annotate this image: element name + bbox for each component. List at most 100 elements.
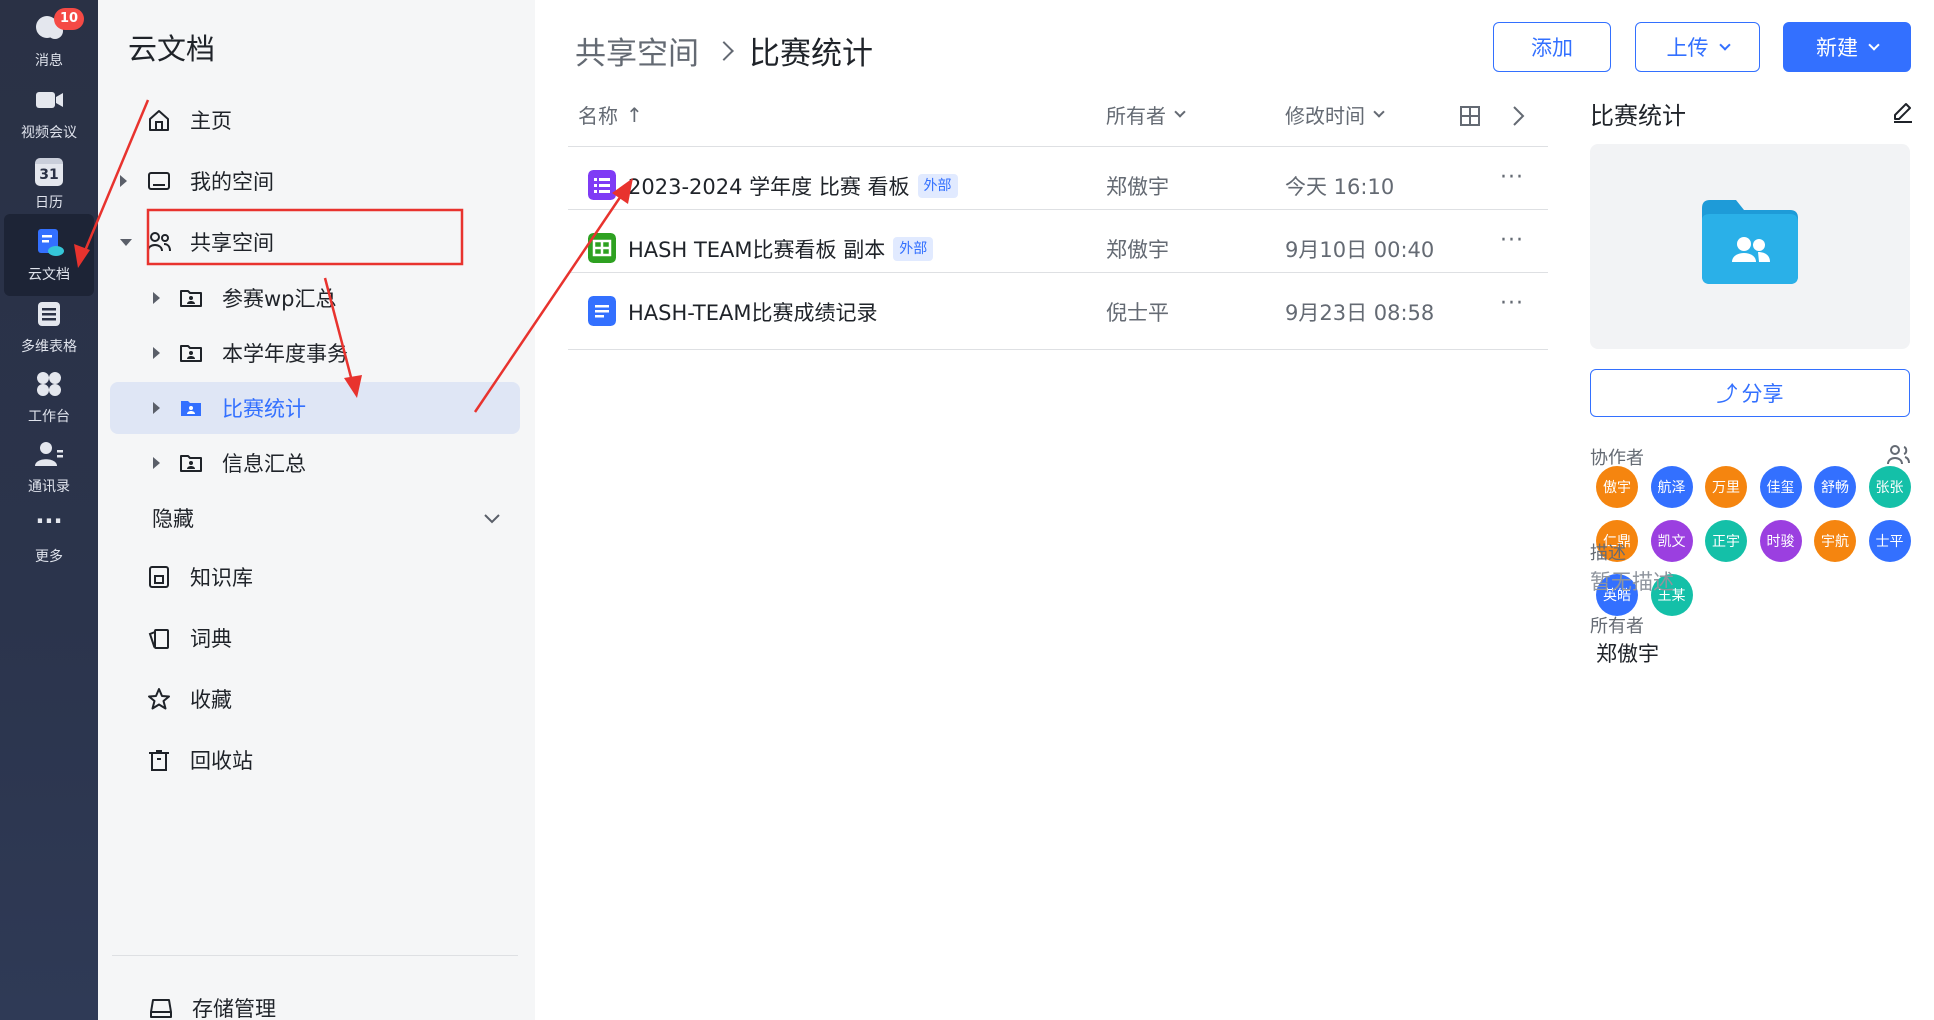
nav-label: 信息汇总 xyxy=(222,452,306,476)
chevron-right-icon[interactable] xyxy=(1506,104,1530,128)
chevron-down-icon xyxy=(1174,106,1186,118)
nav-item-knowledge-base[interactable]: 知识库 xyxy=(110,551,520,603)
shared-folder-icon xyxy=(180,455,202,472)
shared-folder-icon xyxy=(180,290,202,307)
chevron-down-icon xyxy=(1373,106,1385,118)
share-button[interactable]: ⤴ 分享 xyxy=(1590,369,1910,417)
nav-item-trash[interactable]: 回收站 xyxy=(110,734,520,786)
expand-caret-icon[interactable] xyxy=(120,175,127,187)
rail-item-video-meeting[interactable]: 视频会议 xyxy=(4,72,94,154)
column-modified-label: 修改时间 xyxy=(1285,104,1365,128)
share-icon: ⤴ xyxy=(1716,382,1738,406)
rail-item-more[interactable]: ··· 更多 xyxy=(4,496,94,578)
nav-item-shared-folder[interactable]: 参赛wp汇总 xyxy=(110,272,520,324)
nav-label: 参赛wp汇总 xyxy=(222,287,337,311)
shared-folder-icon xyxy=(181,401,201,416)
more-icon[interactable]: ··· xyxy=(1500,165,1524,190)
my-space-icon xyxy=(148,172,170,190)
column-owner[interactable]: 所有者 xyxy=(1106,100,1186,129)
expand-caret-icon[interactable] xyxy=(153,457,160,469)
collaborator-avatar[interactable]: 航泽 xyxy=(1650,466,1693,508)
column-modified[interactable]: 修改时间 xyxy=(1285,100,1385,129)
file-owner: 倪士平 xyxy=(1106,301,1169,325)
edit-icon[interactable] xyxy=(1890,98,1916,124)
more-icon[interactable]: ··· xyxy=(1500,228,1524,253)
nav-item-favorites[interactable]: 收藏 xyxy=(110,673,520,725)
rail-label: 云文档 xyxy=(28,267,70,283)
collaborator-avatar[interactable]: 士平 xyxy=(1868,520,1911,562)
nav-item-shared-space[interactable]: 共享空间 xyxy=(110,216,520,268)
nav-item-shared-folder-selected[interactable]: 比赛统计 xyxy=(110,382,520,434)
collaborator-avatar[interactable]: 时骏 xyxy=(1759,520,1802,562)
base-table-icon xyxy=(38,302,60,326)
grid-view-icon[interactable] xyxy=(1458,104,1482,128)
create-button[interactable]: 新建 xyxy=(1783,22,1911,72)
main-content: 共享空间 比赛统计 添加 上传 新建 名称 ↑ 所有者 修改时间 2023-20… xyxy=(535,0,1934,1020)
add-collaborator-icon[interactable] xyxy=(1885,442,1911,468)
file-modified-time: 今天 16:10 xyxy=(1285,175,1395,199)
table-header: 名称 ↑ 所有者 修改时间 xyxy=(568,90,1548,146)
chevron-right-icon xyxy=(714,40,734,61)
collaborator-avatar[interactable]: 舒畅 xyxy=(1814,466,1856,508)
description-value: 暂无描述 xyxy=(1590,570,1674,594)
rail-label: 工作台 xyxy=(28,409,70,425)
nav-item-home[interactable]: 主页 xyxy=(110,94,520,146)
file-name-text: HASH-TEAM比赛成绩记录 xyxy=(628,301,878,325)
share-button-label: 分享 xyxy=(1741,382,1784,406)
collapse-caret-icon[interactable] xyxy=(120,238,132,246)
nav-item-dictionary[interactable]: 词典 xyxy=(110,612,520,664)
collaborator-avatar[interactable]: 佳玺 xyxy=(1759,466,1802,508)
collaborator-avatar[interactable]: 傲宇 xyxy=(1596,466,1638,508)
upload-button[interactable]: 上传 xyxy=(1635,22,1760,72)
nav-label: 隐藏 xyxy=(152,507,194,531)
add-button[interactable]: 添加 xyxy=(1493,22,1611,72)
dictionary-icon xyxy=(148,629,169,649)
table-row[interactable]: HASH-TEAM比赛成绩记录 倪士平 9月23日 08:58 ··· xyxy=(568,272,1548,350)
file-name[interactable]: HASH TEAM比赛看板 副本 外部 xyxy=(628,234,934,264)
collaborator-avatar[interactable]: 正宇 xyxy=(1705,520,1747,562)
nav-item-shared-folder[interactable]: 本学年度事务 xyxy=(110,327,520,379)
collaborator-avatar[interactable]: 万里 xyxy=(1705,466,1747,508)
column-name[interactable]: 名称 ↑ xyxy=(578,100,643,129)
unread-badge: 10 xyxy=(54,8,85,30)
folder-preview xyxy=(1590,144,1910,349)
collaborator-avatar[interactable]: 宇航 xyxy=(1814,520,1856,562)
expand-caret-icon[interactable] xyxy=(153,402,160,414)
rail-item-cloud-docs[interactable]: 云文档 xyxy=(4,214,94,296)
detail-title: 比赛统计 xyxy=(1590,102,1686,130)
nav-item-storage[interactable]: 存储管理 xyxy=(110,982,520,1020)
description-label: 描述 xyxy=(1590,543,1626,564)
file-name-text: 2023-2024 学年度 比赛 看板 xyxy=(628,175,910,199)
rail-label: 视频会议 xyxy=(21,125,77,141)
collaborator-avatar[interactable]: 凯文 xyxy=(1650,520,1693,562)
collaborator-avatar[interactable]: 张张 xyxy=(1868,466,1911,508)
column-owner-label: 所有者 xyxy=(1106,104,1166,128)
file-name[interactable]: HASH-TEAM比赛成绩记录 xyxy=(628,297,878,327)
file-owner: 郑傲宇 xyxy=(1106,175,1169,199)
expand-caret-icon[interactable] xyxy=(153,347,160,359)
nav-item-hidden[interactable]: 隐藏 xyxy=(110,492,520,544)
board-file-icon xyxy=(588,170,616,200)
more-icon[interactable]: ··· xyxy=(1500,291,1524,316)
chevron-down-icon xyxy=(1718,38,1731,51)
doc-file-icon xyxy=(588,296,616,326)
file-name[interactable]: 2023-2024 学年度 比赛 看板 外部 xyxy=(628,171,958,201)
chevron-down-icon xyxy=(1868,38,1880,51)
chevron-down-icon xyxy=(484,514,500,524)
nav-item-shared-folder[interactable]: 信息汇总 xyxy=(110,437,520,489)
more-icon: ··· xyxy=(35,507,63,535)
nav-divider xyxy=(112,955,518,956)
nav-label: 本学年度事务 xyxy=(222,342,348,366)
sort-up-icon: ↑ xyxy=(626,102,643,127)
nav-label: 词典 xyxy=(190,627,232,651)
rail-item-messages[interactable]: 10 消息 xyxy=(4,0,94,82)
file-modified-time: 9月23日 08:58 xyxy=(1285,301,1435,325)
nav-item-my-space[interactable]: 我的空间 xyxy=(110,155,520,207)
cloud-doc-icon xyxy=(38,229,64,256)
nav-label: 共享空间 xyxy=(190,231,274,255)
storage-icon xyxy=(150,999,172,1018)
calendar-day: 31 xyxy=(39,167,59,183)
breadcrumb-parent[interactable]: 共享空间 xyxy=(575,28,699,73)
expand-caret-icon[interactable] xyxy=(153,292,160,304)
file-name-text: HASH TEAM比赛看板 副本 xyxy=(628,238,886,262)
